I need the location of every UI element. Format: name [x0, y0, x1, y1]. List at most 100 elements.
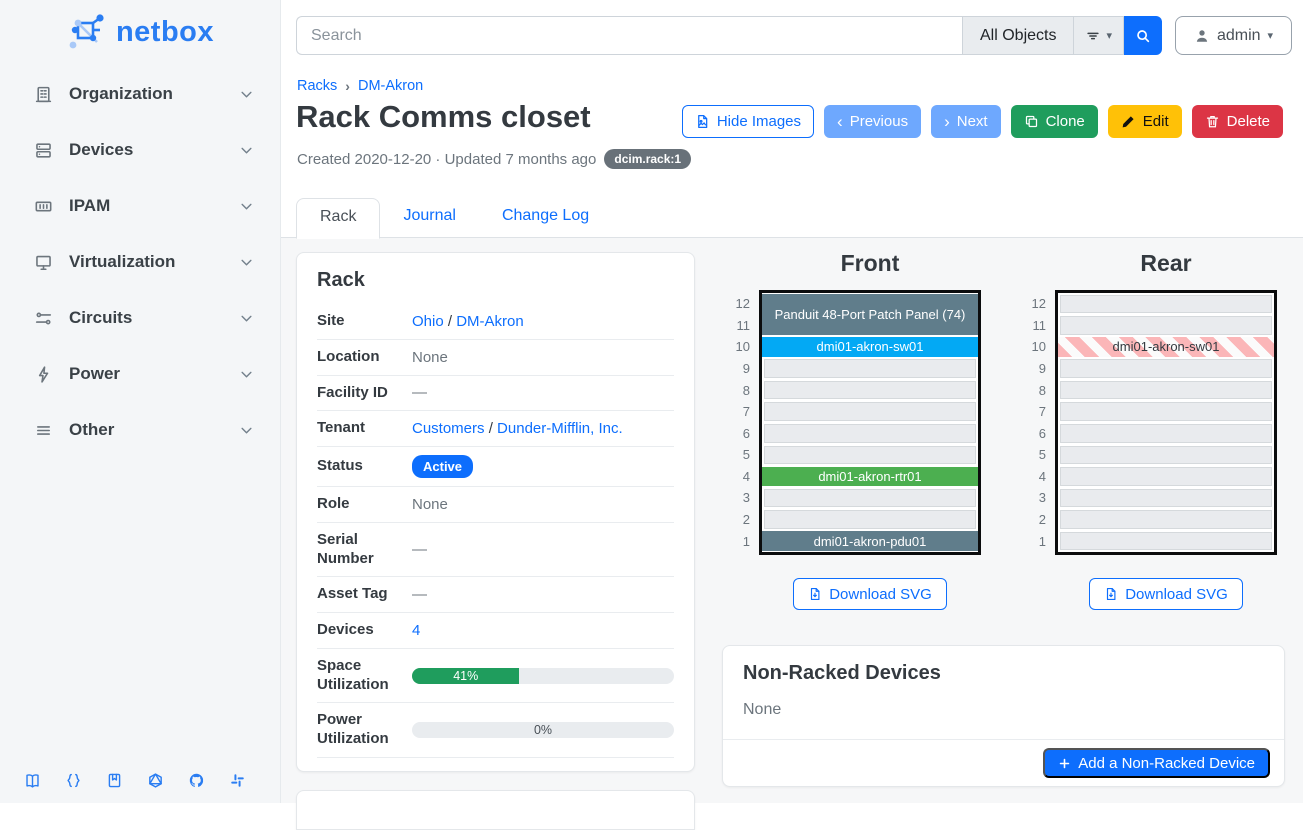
value-text: —: [412, 586, 427, 603]
search-submit-button[interactable]: [1124, 16, 1162, 55]
rack-slot-u8[interactable]: [764, 381, 976, 400]
user-menu[interactable]: admin ▾: [1175, 16, 1292, 55]
sidebar-item-label: Other: [69, 420, 114, 440]
rack-slot-u5[interactable]: [764, 446, 976, 465]
sidebar-item-label: IPAM: [69, 196, 110, 216]
unit-number: 1: [722, 530, 750, 552]
object-id-badge[interactable]: dcim.rack:1: [604, 149, 691, 169]
rack-slot-u8[interactable]: [1060, 381, 1272, 400]
rack-device-dmi01-akron-rtr01[interactable]: dmi01-akron-rtr01: [762, 467, 978, 487]
rear-download-label: Download SVG: [1125, 586, 1228, 603]
netbox-logo[interactable]: netbox: [0, 6, 281, 58]
link-ohio[interactable]: Ohio: [412, 313, 444, 330]
status-badge: Active: [412, 455, 473, 478]
rack-slot-u6[interactable]: [764, 424, 976, 443]
rear-elevation-title: Rear: [1055, 250, 1277, 277]
lightning-icon: [34, 365, 53, 384]
rack-device-dmi01-akron-sw01[interactable]: dmi01-akron-sw01: [762, 337, 978, 357]
unit-number: 1: [1018, 530, 1046, 552]
sidebar-item-virtualization[interactable]: Virtualization: [0, 234, 281, 290]
rack-slot-u2[interactable]: [1060, 510, 1272, 529]
info-row-role: RoleNone: [317, 487, 674, 523]
footer-journal-link[interactable]: [106, 772, 123, 789]
trash-icon: [1205, 114, 1220, 129]
chevron-left-icon: ‹: [837, 113, 843, 130]
search-filter-button[interactable]: ▾: [1073, 16, 1124, 55]
unit-number: 9: [1018, 358, 1046, 380]
hide-images-button[interactable]: Hide Images: [682, 105, 814, 138]
search-scope-button[interactable]: All Objects: [962, 16, 1073, 55]
route-icon: [34, 309, 53, 328]
previous-button[interactable]: ‹ Previous: [824, 105, 921, 138]
rear-unit-numbers: 121110987654321: [1018, 293, 1046, 552]
clone-button[interactable]: Clone: [1011, 105, 1098, 138]
rear-download-svg-button[interactable]: Download SVG: [1089, 578, 1243, 610]
edit-button[interactable]: Edit: [1108, 105, 1182, 138]
rack-device-dmi01-akron-sw01[interactable]: dmi01-akron-sw01: [1058, 337, 1274, 357]
chevron-down-icon: [238, 142, 255, 159]
caret-down-icon: ▾: [1268, 29, 1274, 42]
sidebar-item-organization[interactable]: Organization: [0, 66, 281, 122]
tab-change-log[interactable]: Change Log: [479, 198, 612, 238]
rack-slot-u9[interactable]: [764, 359, 976, 378]
next-button[interactable]: › Next: [931, 105, 1001, 138]
footer-docs-book-link[interactable]: [24, 772, 41, 789]
rack-panel-title: Rack: [317, 269, 674, 292]
sidebar-item-devices[interactable]: Devices: [0, 122, 281, 178]
link-customers[interactable]: Customers: [412, 420, 485, 437]
journal-icon: [106, 772, 123, 789]
info-label: Devices: [317, 621, 412, 640]
rack-slot-u3[interactable]: [764, 489, 976, 508]
rack-device-dmi01-akron-pdu01[interactable]: dmi01-akron-pdu01: [762, 531, 978, 551]
devices-count-link[interactable]: 4: [412, 622, 420, 639]
rack-slot-u4[interactable]: [1060, 467, 1272, 486]
netbox-logo-text: netbox: [116, 16, 214, 49]
user-name: admin: [1217, 27, 1261, 45]
search-icon: [1135, 28, 1151, 44]
link-dm-akron[interactable]: DM-Akron: [456, 313, 524, 330]
link-dunder-mifflin-inc[interactable]: Dunder-Mifflin, Inc.: [497, 420, 623, 437]
rack-slot-u6[interactable]: [1060, 424, 1272, 443]
front-download-svg-button[interactable]: Download SVG: [793, 578, 947, 610]
sidebar-item-ipam[interactable]: IPAM: [0, 178, 281, 234]
rack-slot-u2[interactable]: [764, 510, 976, 529]
link-separator: /: [485, 420, 498, 437]
rack-slot-u5[interactable]: [1060, 446, 1272, 465]
rack-slot-u1[interactable]: [1060, 532, 1272, 551]
rack-slot-u7[interactable]: [764, 402, 976, 421]
front-elevation-title: Front: [759, 250, 981, 277]
add-non-racked-device-button[interactable]: Add a Non-Racked Device: [1043, 748, 1270, 778]
info-label: Asset Tag: [317, 585, 412, 604]
sidebar-item-circuits[interactable]: Circuits: [0, 290, 281, 346]
tab-rack[interactable]: Rack: [296, 198, 380, 239]
sidebar-item-other[interactable]: Other: [0, 402, 281, 458]
unit-number: 3: [1018, 487, 1046, 509]
tab-journal[interactable]: Journal: [380, 198, 478, 238]
counter-icon: [34, 197, 53, 216]
footer-slack-link[interactable]: [229, 772, 246, 789]
previous-label: Previous: [850, 113, 908, 130]
footer-code-braces-link[interactable]: [65, 772, 82, 789]
sidebar-item-label: Circuits: [69, 308, 132, 328]
rack-device-panduit-48-port-patch-panel-74[interactable]: Panduit 48-Port Patch Panel (74): [762, 294, 978, 335]
search-input[interactable]: [296, 16, 962, 55]
unit-number: 12: [722, 293, 750, 315]
link-separator: /: [444, 313, 457, 330]
rack-slot-u9[interactable]: [1060, 359, 1272, 378]
rack-slot-u12[interactable]: [1060, 295, 1272, 314]
info-label: Site: [317, 312, 412, 331]
rack-slot-u11[interactable]: [1060, 316, 1272, 335]
footer-github-link[interactable]: [188, 772, 205, 789]
unit-number: 10: [1018, 336, 1046, 358]
info-label: Tenant: [317, 419, 412, 438]
breadcrumb-link-racks[interactable]: Racks: [297, 78, 337, 94]
created-updated-text: Created 2020-12-20 · Updated 7 months ag…: [297, 151, 596, 168]
rack-slot-u7[interactable]: [1060, 402, 1272, 421]
sidebar-item-power[interactable]: Power: [0, 346, 281, 402]
footer-graphql-link[interactable]: [147, 772, 164, 789]
info-row-power-utilization: Power Utilization0%: [317, 703, 674, 758]
chevron-right-icon: ›: [944, 113, 950, 130]
delete-button[interactable]: Delete: [1192, 105, 1283, 138]
rack-slot-u3[interactable]: [1060, 489, 1272, 508]
breadcrumb-link-dm-akron[interactable]: DM-Akron: [358, 78, 423, 94]
